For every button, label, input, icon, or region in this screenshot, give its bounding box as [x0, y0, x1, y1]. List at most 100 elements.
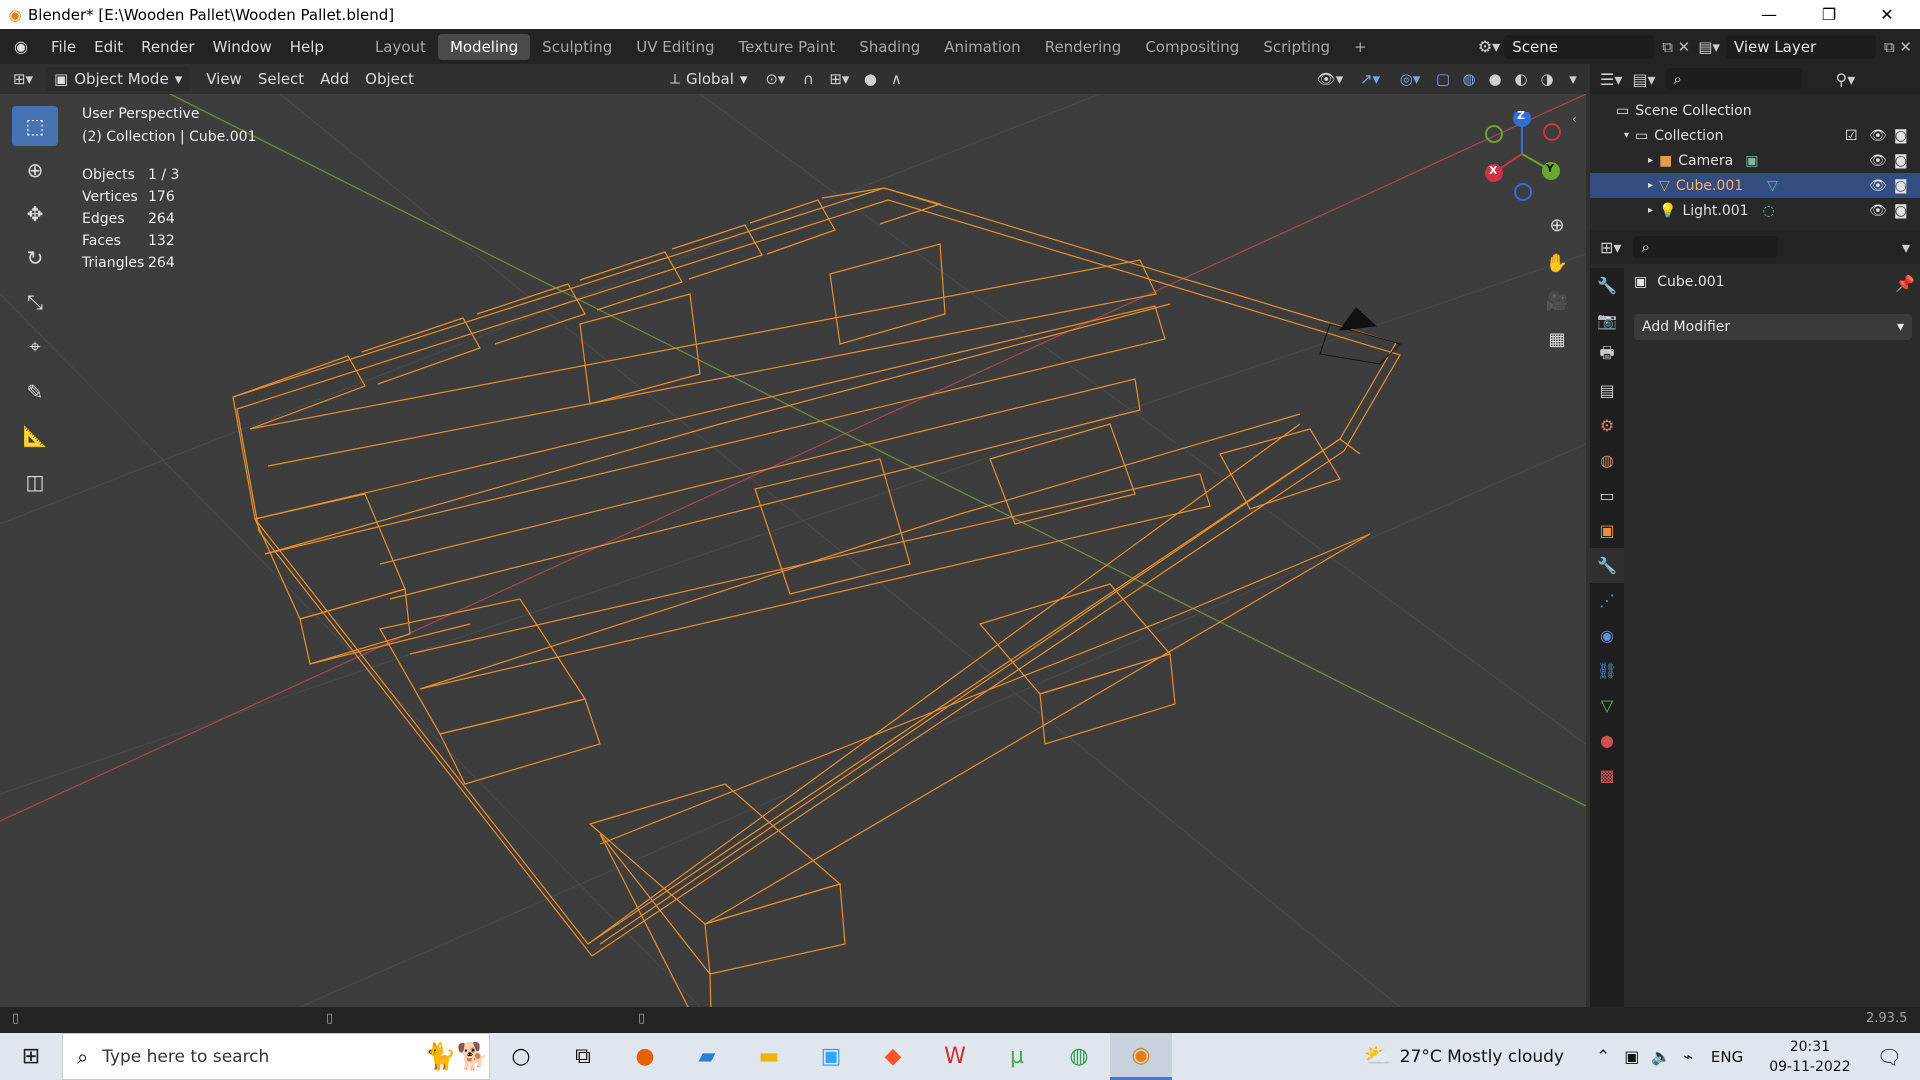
zoom-icon[interactable]: ⊕ — [1540, 208, 1574, 242]
outliner-item-light[interactable]: ▸ 💡 Light.001 ◌ 👁 ◙ — [1590, 198, 1920, 223]
tab-texture-paint[interactable]: Texture Paint — [726, 34, 847, 60]
proportional-edit-icon[interactable]: ● — [857, 67, 883, 91]
photoshop-icon[interactable]: ▣ — [800, 1033, 862, 1080]
navigation-gizmo[interactable]: Z Y X — [1475, 109, 1585, 202]
gizmo-icon[interactable]: ↗▾ — [1350, 67, 1390, 91]
3d-viewport[interactable]: User Perspective (2) Collection | Cube.0… — [0, 94, 1586, 1007]
tab-sculpting[interactable]: Sculpting — [530, 34, 624, 60]
display-mode-icon[interactable]: ▤▾ — [1632, 70, 1655, 89]
blender-menu-icon[interactable]: ◉ — [0, 37, 42, 56]
transform-icon[interactable]: ⌖ — [12, 326, 58, 366]
material-shading-icon[interactable]: ◐ — [1508, 67, 1534, 91]
menu-help[interactable]: Help — [281, 34, 333, 60]
world-tab-icon[interactable]: ◍ — [1590, 443, 1624, 478]
physics-tab-icon[interactable]: ◉ — [1590, 618, 1624, 653]
menu-window[interactable]: Window — [204, 34, 281, 60]
view-layer-copy-icon[interactable]: ⧉ ✕ — [1884, 38, 1912, 56]
constraints-tab-icon[interactable]: ⛓ — [1590, 653, 1624, 688]
notification-icon[interactable]: 🗨 — [1877, 1045, 1902, 1069]
camera-view-icon[interactable]: 🎥 — [1540, 284, 1574, 318]
expand-icon[interactable]: ▸ — [1648, 180, 1653, 191]
menu-render[interactable]: Render — [132, 34, 203, 60]
ortho-grid-icon[interactable]: ▦ — [1540, 322, 1574, 356]
cursor-icon[interactable]: ⊕ — [12, 150, 58, 190]
camera-render-icon[interactable]: ◙ — [1894, 128, 1908, 144]
eye-icon[interactable]: 👁 — [1869, 203, 1887, 219]
language-indicator[interactable]: ENG — [1711, 1048, 1743, 1066]
pin-icon[interactable]: 📌 — [1895, 274, 1915, 293]
maximize-button[interactable]: ❐ — [1800, 0, 1858, 29]
data-tab-icon[interactable]: ▽ — [1590, 688, 1624, 723]
material-tab-icon[interactable]: ● — [1590, 723, 1624, 758]
outliner-scene-collection[interactable]: ▭ Scene Collection — [1590, 98, 1920, 123]
brave-icon[interactable]: ◆ — [862, 1033, 924, 1080]
tab-compositing[interactable]: Compositing — [1133, 34, 1251, 60]
add-modifier-button[interactable]: Add Modifier ▾ — [1634, 314, 1912, 340]
outliner-item-camera[interactable]: ▸ ■ Camera ▣ 👁 ◙ — [1590, 148, 1920, 173]
scale-icon[interactable]: ⤡ — [12, 282, 58, 322]
camera-object[interactable] — [1319, 307, 1401, 365]
scene-tab-icon[interactable]: ⚙ — [1590, 408, 1624, 443]
falloff-icon[interactable]: ∧ — [883, 67, 909, 91]
expand-icon[interactable]: ▸ — [1648, 205, 1653, 216]
outliner-search-input[interactable]: ⌕ — [1665, 68, 1802, 90]
blender-taskbar-icon[interactable]: ◉ — [1110, 1033, 1172, 1080]
tab-scripting[interactable]: Scripting — [1251, 34, 1342, 60]
mode-selector[interactable]: ▣ Object Mode ▾ — [46, 67, 191, 91]
filter-icon[interactable]: ⚲▾ — [1836, 70, 1856, 89]
collection-tab-icon[interactable]: ▭ — [1590, 478, 1624, 513]
outliner-collection[interactable]: ▾ ▭ Collection ☑ 👁 ◙ — [1590, 123, 1920, 148]
menu-select[interactable]: Select — [250, 67, 312, 91]
camera-render-icon[interactable]: ◙ — [1894, 203, 1908, 219]
rotate-icon[interactable]: ↻ — [12, 238, 58, 278]
tab-layout[interactable]: Layout — [363, 34, 438, 60]
shading-options-icon[interactable]: ▾ — [1560, 67, 1586, 91]
eye-icon[interactable]: 👁 — [1869, 153, 1887, 169]
weather-label[interactable]: 27°C Mostly cloudy — [1400, 1047, 1564, 1067]
texture-tab-icon[interactable]: ▩ — [1590, 758, 1624, 793]
transform-orientation-selector[interactable]: ⟂ Global ▾ — [662, 67, 755, 91]
move-icon[interactable]: ✥ — [12, 194, 58, 234]
add-cube-icon[interactable]: ◫ — [12, 462, 58, 502]
xray-icon[interactable]: ▢ — [1430, 67, 1456, 91]
network-icon[interactable]: ⌁ — [1683, 1047, 1693, 1066]
outliner-editor-icon[interactable]: ☰▾ — [1600, 70, 1622, 89]
menu-add[interactable]: Add — [312, 67, 357, 91]
rendered-shading-icon[interactable]: ◑ — [1534, 67, 1560, 91]
solid-shading-icon[interactable]: ● — [1482, 67, 1508, 91]
tab-uv-editing[interactable]: UV Editing — [624, 34, 726, 60]
eye-icon[interactable]: 👁 — [1869, 178, 1887, 194]
tool-tab-icon[interactable]: 🔧 — [1590, 268, 1624, 303]
output-tab-icon[interactable]: 🖶 — [1590, 338, 1624, 373]
properties-editor-icon[interactable]: ⊞▾ — [1600, 238, 1621, 257]
tab-shading[interactable]: Shading — [847, 34, 932, 60]
annotate-icon[interactable]: ✎ — [12, 372, 58, 412]
tray-chevron-icon[interactable]: ⌃ — [1596, 1047, 1610, 1067]
globe-app-icon[interactable]: ◍ — [1048, 1033, 1110, 1080]
select-box-icon[interactable]: ⬚ — [12, 106, 58, 146]
camera-render-icon[interactable]: ◙ — [1894, 178, 1908, 194]
outliner-item-cube[interactable]: ▸ ▽ Cube.001 ▽ 👁 ◙ — [1590, 173, 1920, 198]
tab-modeling[interactable]: Modeling — [437, 33, 531, 60]
overlays-icon[interactable]: ◎▾ — [1390, 67, 1430, 91]
chevron-down-icon[interactable]: ▾ — [1902, 238, 1910, 257]
render-tab-icon[interactable]: 📷 — [1590, 303, 1624, 338]
scene-copy-icon[interactable]: ⧉ ✕ — [1662, 38, 1690, 56]
minimize-button[interactable]: — — [1740, 0, 1798, 29]
view-layer-tab-icon[interactable]: ▤ — [1590, 373, 1624, 408]
scene-selector[interactable]: Scene — [1504, 34, 1655, 59]
particles-tab-icon[interactable]: ⋰ — [1590, 583, 1624, 618]
close-button[interactable]: ✕ — [1858, 0, 1916, 29]
properties-search-input[interactable]: ⌕ — [1633, 236, 1779, 258]
tab-animation[interactable]: Animation — [932, 34, 1032, 60]
collapse-sidebar-icon[interactable]: ‹ — [1572, 112, 1577, 126]
view-layer-selector[interactable]: View Layer — [1725, 34, 1876, 59]
taskbar-search-box[interactable]: ⌕ Type here to search 🐈🐕 — [62, 1033, 490, 1080]
firefox-icon[interactable]: ● — [614, 1033, 676, 1080]
utorrent-icon[interactable]: µ — [986, 1033, 1048, 1080]
app-icon[interactable]: ▰ — [676, 1033, 738, 1080]
pivot-point-icon[interactable]: ⊙▾ — [755, 67, 795, 91]
pan-hand-icon[interactable]: ✋ — [1540, 246, 1574, 280]
tab-rendering[interactable]: Rendering — [1033, 34, 1134, 60]
wps-icon[interactable]: W — [924, 1033, 986, 1080]
